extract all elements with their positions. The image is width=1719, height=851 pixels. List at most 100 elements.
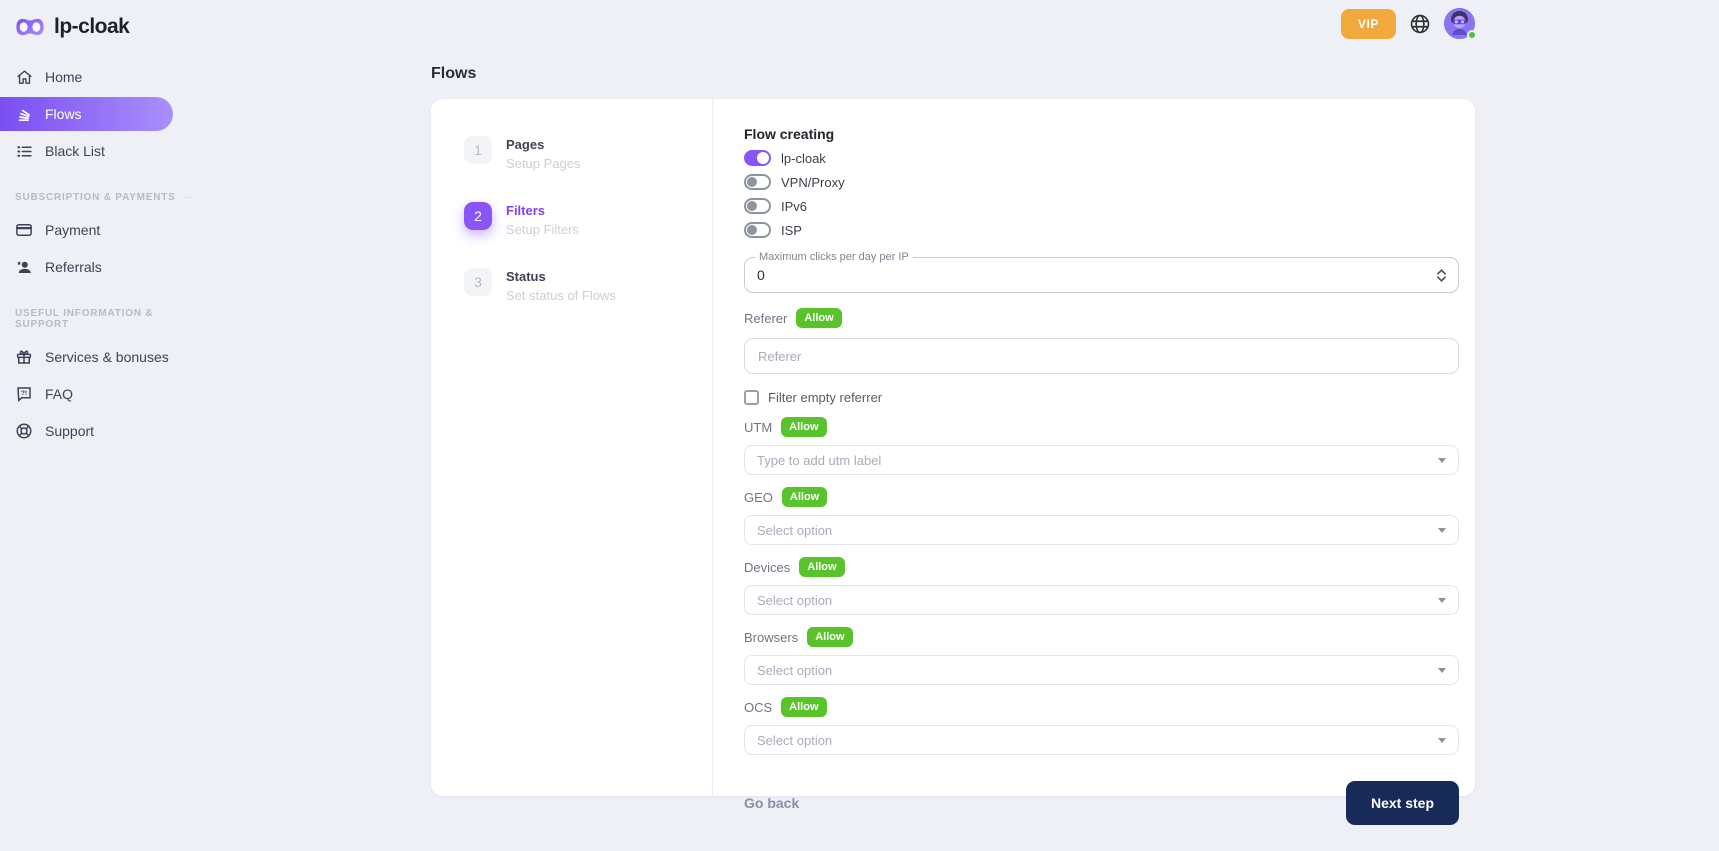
step-title: Filters: [506, 202, 579, 218]
chevron-down-icon: [1438, 458, 1446, 463]
browsers-allow-badge[interactable]: Allow: [807, 627, 852, 647]
utm-label: UTM: [744, 420, 772, 435]
sidebar-item-referrals[interactable]: Referrals: [0, 250, 200, 284]
sidebar-item-label: Support: [45, 423, 94, 439]
toggle-knob: [747, 177, 757, 187]
utm-allow-badge[interactable]: Allow: [781, 417, 826, 437]
browsers-label-row: Browsers Allow: [744, 627, 1459, 647]
step-subtitle: Set status of Flows: [506, 288, 616, 303]
sidebar-item-faq[interactable]: ?! FAQ: [0, 377, 200, 411]
gift-icon: [15, 348, 33, 366]
chevron-down-icon: [1438, 598, 1446, 603]
step-number[interactable]: 3: [464, 268, 492, 296]
ocs-allow-badge[interactable]: Allow: [781, 697, 826, 717]
sidebar-item-support[interactable]: Support: [0, 414, 200, 448]
ocs-label: OCS: [744, 700, 772, 715]
svg-text:?!: ?!: [21, 390, 27, 397]
section-title: Useful information & support: [15, 308, 192, 330]
devices-label: Devices: [744, 560, 790, 575]
sidebar-item-flows[interactable]: Flows: [0, 97, 173, 131]
referer-label-row: Referer Allow: [744, 308, 1459, 328]
sidebar-item-payment[interactable]: Payment: [0, 213, 200, 247]
number-stepper-icon[interactable]: [1437, 269, 1446, 282]
utm-select[interactable]: Type to add utm label: [744, 445, 1459, 475]
ocs-select-placeholder: Select option: [757, 733, 832, 748]
sidebar-item-label: Black List: [45, 143, 105, 159]
page-title: Flows: [431, 65, 1475, 83]
stepper: 1 Pages Setup Pages 2 Filters Setup Filt…: [431, 99, 713, 796]
sidebar-section-useful: Useful information & support: [15, 308, 192, 330]
filter-empty-referrer-row: Filter empty referrer: [744, 390, 1459, 405]
chevron-down-icon: [1438, 668, 1446, 673]
sidebar-item-services-bonuses[interactable]: Services & bonuses: [0, 340, 200, 374]
flow-creating-form: Flow creating lp-cloak VPN/Proxy IPv6 IS…: [713, 99, 1475, 796]
toggle-knob: [747, 201, 757, 211]
online-status-dot: [1467, 30, 1477, 40]
sidebar-item-label: Home: [45, 69, 82, 85]
chevron-down-icon: [1438, 738, 1446, 743]
max-clicks-label: Maximum clicks per day per IP: [755, 251, 913, 263]
browsers-label: Browsers: [744, 630, 798, 645]
toggle-row-ipv6: IPv6: [744, 198, 1459, 214]
vpn-proxy-toggle[interactable]: [744, 174, 771, 190]
browsers-select-placeholder: Select option: [757, 663, 832, 678]
toggle-label: ISP: [781, 223, 802, 238]
go-back-button[interactable]: Go back: [744, 795, 799, 811]
geo-allow-badge[interactable]: Allow: [782, 487, 827, 507]
step-title: Pages: [506, 136, 580, 152]
filter-empty-referrer-checkbox[interactable]: [744, 390, 759, 405]
geo-select[interactable]: Select option: [744, 515, 1459, 545]
vip-button[interactable]: VIP: [1341, 9, 1396, 39]
lp-cloak-toggle[interactable]: [744, 150, 771, 166]
isp-toggle[interactable]: [744, 222, 771, 238]
section-title: Subscription & payments: [15, 192, 176, 203]
sidebar: lp-cloak Home Flows Black List Subscript…: [0, 0, 200, 451]
filter-empty-referrer-label: Filter empty referrer: [768, 390, 882, 405]
flow-card: 1 Pages Setup Pages 2 Filters Setup Filt…: [431, 99, 1475, 796]
brand-logo[interactable]: lp-cloak: [0, 0, 200, 39]
globe-language-icon[interactable]: [1409, 13, 1431, 35]
sidebar-item-label: Flows: [45, 106, 82, 122]
step-subtitle: Setup Pages: [506, 156, 580, 171]
toggle-row-isp: ISP: [744, 222, 1459, 238]
ocs-select[interactable]: Select option: [744, 725, 1459, 755]
mask-logo-icon: [15, 17, 45, 37]
max-clicks-field: Maximum clicks per day per IP: [744, 257, 1459, 293]
utm-select-placeholder: Type to add utm label: [757, 453, 881, 468]
referrals-icon: [15, 258, 33, 276]
sidebar-section-subscription: Subscription & payments: [15, 192, 192, 203]
faq-bubble-icon: ?!: [15, 385, 33, 403]
toggle-row-lp-cloak: lp-cloak: [744, 150, 1459, 166]
section-divider: [184, 197, 192, 198]
toggle-label: IPv6: [781, 199, 807, 214]
toggle-row-vpn-proxy: VPN/Proxy: [744, 174, 1459, 190]
step-number[interactable]: 2: [464, 202, 492, 230]
topbar: VIP: [431, 0, 1475, 38]
toggle-knob: [747, 225, 757, 235]
toggle-label: lp-cloak: [781, 151, 826, 166]
ipv6-toggle[interactable]: [744, 198, 771, 214]
form-footer: Go back Next step: [744, 781, 1459, 825]
step-status: 3 Status Set status of Flows: [464, 268, 712, 303]
lifebuoy-icon: [15, 422, 33, 440]
referer-input[interactable]: [744, 338, 1459, 374]
sidebar-item-home[interactable]: Home: [0, 60, 200, 94]
sidebar-item-black-list[interactable]: Black List: [0, 134, 200, 168]
devices-select[interactable]: Select option: [744, 585, 1459, 615]
max-clicks-input[interactable]: [757, 267, 1437, 283]
browsers-select[interactable]: Select option: [744, 655, 1459, 685]
devices-label-row: Devices Allow: [744, 557, 1459, 577]
blacklist-icon: [15, 142, 33, 160]
devices-select-placeholder: Select option: [757, 593, 832, 608]
referer-allow-badge[interactable]: Allow: [796, 308, 841, 328]
brand-name: lp-cloak: [54, 15, 129, 39]
geo-label-row: GEO Allow: [744, 487, 1459, 507]
devices-allow-badge[interactable]: Allow: [799, 557, 844, 577]
step-number[interactable]: 1: [464, 136, 492, 164]
step-title: Status: [506, 268, 616, 284]
sidebar-nav: Home Flows Black List Subscription & pay…: [0, 60, 200, 448]
toggle-knob: [757, 152, 769, 164]
next-step-button[interactable]: Next step: [1346, 781, 1459, 825]
user-avatar[interactable]: [1444, 8, 1475, 39]
flows-icon: [15, 105, 33, 123]
